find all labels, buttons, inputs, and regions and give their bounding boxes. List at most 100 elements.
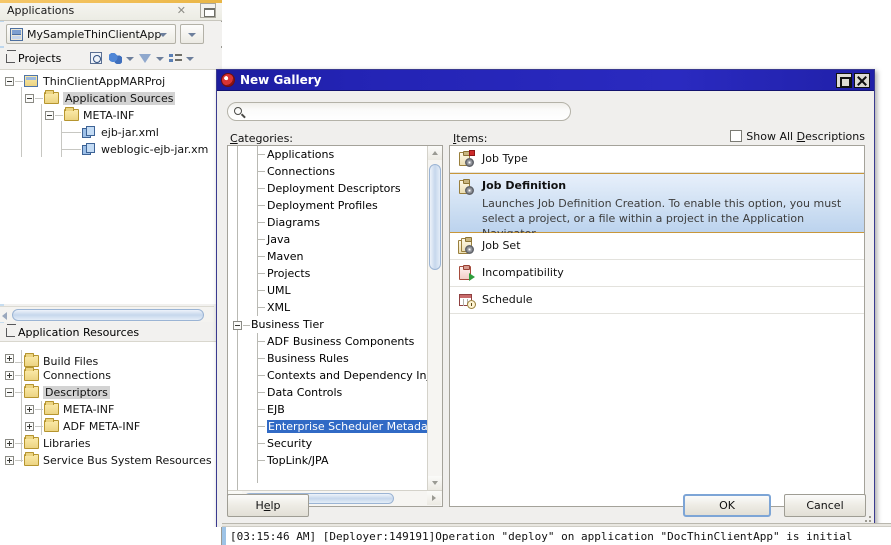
expander-plus-icon[interactable] [25, 405, 34, 414]
help-button[interactable]: Help [227, 494, 309, 517]
tree-row[interactable]: Service Bus System Resources [0, 452, 222, 469]
group-by-icon[interactable] [168, 51, 184, 67]
expander-minus-icon[interactable] [5, 77, 14, 86]
tree-row[interactable]: Connections [0, 367, 222, 384]
category-row[interactable]: Projects [228, 265, 427, 282]
projects-toolbar: Projects [0, 48, 222, 70]
tree-row[interactable]: META-INF [0, 401, 222, 418]
category-row[interactable]: ADF Business Components [228, 333, 427, 350]
item-row[interactable]: Job Type [450, 146, 864, 173]
filter-icon[interactable] [138, 51, 154, 67]
item-title: Schedule [482, 293, 533, 306]
tree-row-label: META-INF [63, 403, 115, 416]
folder-icon [24, 367, 39, 381]
expander-plus-icon[interactable] [5, 456, 14, 465]
minimize-icon[interactable] [200, 3, 216, 18]
job-definition-icon [458, 179, 474, 195]
xml-file-icon [82, 126, 96, 139]
tree-row[interactable]: Build Files [0, 350, 222, 368]
category-row[interactable]: Maven [228, 248, 427, 265]
applications-titlebar: Applications ✕ [0, 0, 222, 21]
category-row[interactable]: Connections [228, 163, 427, 180]
expander-plus-icon[interactable] [5, 439, 14, 448]
cancel-button[interactable]: Cancel [784, 494, 866, 517]
job-type-icon [458, 150, 475, 167]
categories-label-mnemonic: C [230, 132, 238, 145]
application-menu-button[interactable] [180, 24, 204, 44]
category-row[interactable]: Java [228, 231, 427, 248]
category-row[interactable]: Deployment Descriptors [228, 180, 427, 197]
close-icon[interactable] [854, 73, 870, 88]
category-row[interactable]: Data Controls [228, 384, 427, 401]
category-row[interactable]: Security [228, 435, 427, 452]
tree-row[interactable]: weblogic-ejb-jar.xm [0, 141, 222, 158]
hscroll-thumb[interactable] [12, 309, 204, 321]
item-title: Job Type [482, 152, 528, 165]
tree-row[interactable]: Libraries [0, 435, 222, 452]
collapse-icon[interactable] [6, 324, 16, 337]
folder-icon [44, 418, 59, 432]
categories-vscrollbar[interactable] [427, 146, 442, 490]
tree-row[interactable]: Application Sources [0, 90, 222, 107]
tree-row-label: Descriptors [43, 386, 110, 399]
expander-minus-icon[interactable] [5, 388, 14, 397]
gallery-search-box[interactable] [227, 102, 571, 121]
category-row[interactable]: Contexts and Dependency Inj [228, 367, 427, 384]
vscroll-thumb[interactable] [429, 164, 441, 270]
dialog-title: New Gallery [240, 73, 322, 87]
folder-icon [24, 353, 39, 367]
category-row[interactable]: Deployment Profiles [228, 197, 427, 214]
categories-list[interactable]: Applications Connections Deployment Desc… [228, 146, 427, 490]
tree-row[interactable]: Descriptors [0, 384, 222, 401]
refresh-icon[interactable] [108, 51, 124, 67]
close-icon[interactable]: ✕ [177, 4, 186, 17]
category-row[interactable]: UML [228, 282, 427, 299]
category-row[interactable]: Diagrams [228, 214, 427, 231]
tree-row[interactable]: ADF META-INF [0, 418, 222, 435]
item-row[interactable]: Schedule [450, 287, 864, 314]
category-label: Maven [267, 250, 304, 263]
log-message: [03:15:46 AM] [Deployer:149191]Operation… [230, 530, 853, 543]
scroll-up-icon[interactable] [428, 146, 442, 160]
category-row[interactable]: Business Tier [228, 316, 427, 333]
search-projects-icon[interactable] [88, 51, 104, 67]
expander-minus-icon[interactable] [45, 111, 54, 120]
checkbox-box[interactable] [730, 130, 743, 142]
magnifier-icon [90, 52, 102, 64]
tree-row[interactable]: ThinClientAppMARProj [0, 73, 222, 90]
chevron-down-icon[interactable] [159, 33, 167, 37]
expander-plus-icon[interactable] [25, 422, 34, 431]
scroll-left-icon[interactable] [2, 312, 7, 320]
category-row[interactable]: Business Rules [228, 350, 427, 367]
category-row[interactable]: XML [228, 299, 427, 316]
maximize-icon[interactable] [836, 73, 852, 88]
category-row-selected[interactable]: Enterprise Scheduler Metadat [228, 418, 427, 435]
tree-row[interactable]: ejb-jar.xml [0, 124, 222, 141]
expander-plus-icon[interactable] [5, 354, 14, 363]
tree-row[interactable]: META-INF [0, 107, 222, 124]
project-tree-hscrollbar[interactable] [0, 306, 214, 322]
item-row[interactable]: Job Set [450, 233, 864, 260]
category-row[interactable]: EJB [228, 401, 427, 418]
expander-minus-icon[interactable] [25, 94, 34, 103]
projects-label: Projects [18, 52, 62, 65]
chevron-down-icon[interactable] [126, 57, 134, 61]
category-row[interactable]: Applications [228, 146, 427, 163]
expander-plus-icon[interactable] [5, 371, 14, 380]
ok-button[interactable]: OK [683, 494, 771, 517]
tree-row-label: Application Sources [63, 92, 176, 105]
show-all-descriptions-checkbox[interactable]: Show All Descriptions [730, 130, 865, 143]
collapse-icon[interactable] [6, 50, 16, 63]
search-input[interactable] [250, 104, 560, 119]
dialog-titlebar[interactable]: New Gallery [217, 70, 874, 91]
chevron-down-icon[interactable] [186, 57, 194, 61]
category-label: Projects [267, 267, 311, 280]
item-row-selected[interactable]: Job Definition Launches Job Definition C… [450, 173, 864, 240]
category-row[interactable]: TopLink/JPA [228, 452, 427, 469]
dialog-body: Categories: Items: Show All Descriptions… [217, 91, 874, 529]
new-gallery-dialog: New Gallery Categories: Items: Show All … [216, 69, 875, 530]
item-row[interactable]: Incompatibility [450, 260, 864, 287]
chevron-down-icon[interactable] [156, 57, 164, 61]
application-selector[interactable]: MySampleThinClientApp [6, 24, 176, 44]
expander-minus-icon[interactable] [233, 321, 242, 330]
